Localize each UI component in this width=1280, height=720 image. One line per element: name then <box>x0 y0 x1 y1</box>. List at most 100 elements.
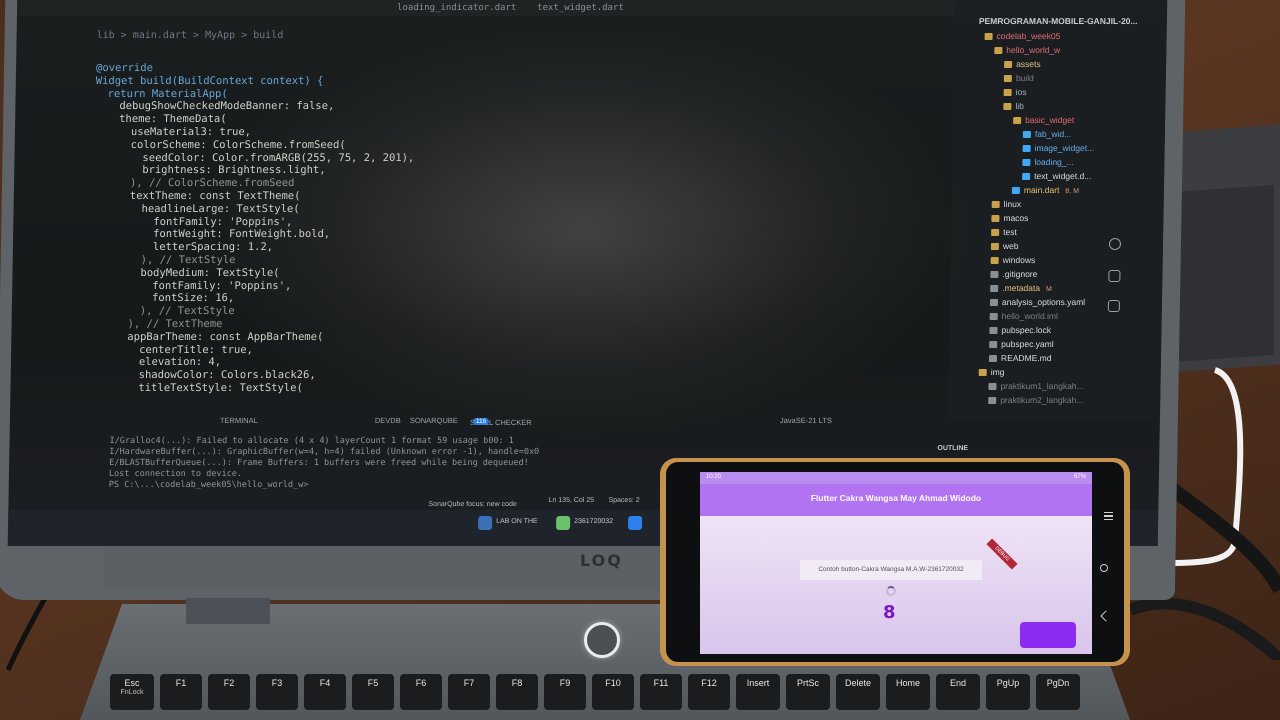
key-f7[interactable]: F7 <box>448 674 490 710</box>
explorer-item[interactable]: ios <box>1003 86 1027 99</box>
key-f8[interactable]: F8 <box>496 674 538 710</box>
code-line[interactable]: brightness: Brightness.light, <box>94 164 934 177</box>
key-f3[interactable]: F3 <box>256 674 298 710</box>
explorer-item[interactable]: windows <box>990 254 1036 267</box>
key-pgup[interactable]: PgUp <box>986 674 1030 710</box>
copilot-icon[interactable] <box>1108 238 1122 250</box>
terminal-profile[interactable]: JavaSE-21 LTS <box>780 416 832 425</box>
tab-sonarqube[interactable]: SONARQUBE <box>410 416 458 425</box>
code-line[interactable]: theme: ThemeData( <box>95 113 935 126</box>
code-line[interactable]: @override <box>96 62 936 75</box>
key-end[interactable]: End <box>936 674 980 710</box>
code-line[interactable]: headlineLarge: TextStyle( <box>93 203 933 216</box>
tab-terminal[interactable]: TERMINAL <box>220 416 258 425</box>
taskbar-item-nim[interactable]: 2361720032 <box>574 518 613 525</box>
key-f1[interactable]: F1 <box>160 674 202 710</box>
key-home[interactable]: Home <box>886 674 930 710</box>
explorer-item[interactable]: praktikum1_langkah... <box>988 380 1084 393</box>
code-line[interactable]: bodyMedium: TextStyle( <box>92 267 932 280</box>
code-line[interactable]: debugShowCheckedModeBanner: false, <box>95 100 935 113</box>
key-f12[interactable]: F12 <box>688 674 730 710</box>
explorer-item[interactable]: analysis_options.yaml <box>989 296 1085 309</box>
explorer-item[interactable]: macos <box>991 212 1029 225</box>
code-line[interactable]: fontFamily: 'Poppins', <box>92 280 932 293</box>
outline-section[interactable]: OUTLINE <box>937 442 968 455</box>
status-position[interactable]: Ln 135, Col 25 <box>548 497 594 504</box>
taskbar-item-lab[interactable]: LAB ON THE <box>496 518 538 525</box>
code-line[interactable]: ), // TextStyle <box>93 254 933 267</box>
explorer-item[interactable]: pubspec.yaml <box>989 338 1054 351</box>
explorer-item[interactable]: build <box>1003 72 1034 85</box>
recents-nav-icon[interactable] <box>1104 512 1113 520</box>
explorer-item[interactable]: hello_world_w <box>994 44 1060 57</box>
breadcrumb[interactable]: lib > main.dart > MyApp > build <box>97 30 284 41</box>
explorer-item[interactable]: loading_... <box>1022 156 1074 169</box>
increment-button[interactable] <box>1020 622 1076 648</box>
explorer-item[interactable]: text_widget.d... <box>1022 170 1091 183</box>
key-f10[interactable]: F10 <box>592 674 634 710</box>
key-f6[interactable]: F6 <box>400 674 442 710</box>
explorer-item[interactable]: main.dart 8, M <box>1011 184 1079 197</box>
key-f11[interactable]: F11 <box>640 674 682 710</box>
key-delete[interactable]: Delete <box>836 674 880 710</box>
key-prtsc[interactable]: PrtSc <box>786 674 830 710</box>
explorer-item[interactable]: assets <box>1004 58 1041 71</box>
key-insert[interactable]: Insert <box>736 674 780 710</box>
explorer-item[interactable]: lib <box>1003 100 1024 113</box>
key-pgdn[interactable]: PgDn <box>1036 674 1080 710</box>
key-f2[interactable]: F2 <box>208 674 250 710</box>
code-line[interactable]: fontSize: 16, <box>92 292 932 305</box>
status-sonarqube[interactable]: SonarQube focus: new code <box>428 501 516 508</box>
explorer-item[interactable]: .metadata M <box>990 282 1052 295</box>
code-editor[interactable]: @override Widget build(BuildContext conte… <box>90 62 936 422</box>
tab-devdb[interactable]: DEVDB <box>375 416 401 425</box>
key-f9[interactable]: F9 <box>544 674 586 710</box>
back-nav-icon[interactable] <box>1100 610 1112 622</box>
power-button[interactable] <box>584 622 620 658</box>
extension-icon[interactable] <box>1108 270 1121 282</box>
code-line[interactable]: titleTextStyle: TextStyle( <box>90 382 930 395</box>
taskbar-app-icon[interactable] <box>477 516 493 530</box>
explorer-item[interactable]: basic_widget <box>1013 114 1074 127</box>
explorer-item[interactable]: image_widget... <box>1022 142 1095 155</box>
code-line[interactable]: ), // TextStyle <box>92 305 932 318</box>
explorer-item[interactable]: praktikum2_langkah... <box>988 394 1084 407</box>
tab-text-widget[interactable]: text_widget.dart <box>537 0 624 16</box>
code-line[interactable]: shadowColor: Colors.black26, <box>91 369 931 382</box>
sidebar-layout-icon[interactable] <box>1107 300 1120 312</box>
key-f4[interactable]: F4 <box>304 674 346 710</box>
taskbar-whatsapp-icon[interactable] <box>555 516 571 530</box>
key-esc[interactable]: Esc FnLock <box>110 674 154 710</box>
home-nav-icon[interactable] <box>1100 564 1108 572</box>
status-spaces[interactable]: Spaces: 2 <box>608 497 639 504</box>
explorer-item[interactable]: linux <box>991 198 1022 211</box>
code-line[interactable]: colorScheme: ColorScheme.fromSeed( <box>95 139 935 152</box>
code-line[interactable]: fontWeight: FontWeight.bold, <box>93 228 933 241</box>
explorer-item[interactable]: pubspec.lock <box>989 324 1051 337</box>
code-line[interactable]: seedColor: Color.fromARGB(255, 75, 2, 20… <box>94 152 934 165</box>
code-line[interactable]: textTheme: const TextTheme( <box>94 190 934 203</box>
explorer-item[interactable]: fab_wid... <box>1022 128 1072 141</box>
code-line[interactable]: fontFamily: 'Poppins', <box>93 216 933 229</box>
explorer-item[interactable]: hello_world.iml <box>989 310 1058 323</box>
explorer-item[interactable]: web <box>990 240 1019 253</box>
code-line[interactable]: Widget build(BuildContext context) { <box>96 75 936 88</box>
key-f5[interactable]: F5 <box>352 674 394 710</box>
code-line[interactable]: centerTitle: true, <box>91 344 931 357</box>
explorer-item[interactable]: README.md <box>988 352 1052 365</box>
explorer-item[interactable]: img <box>978 366 1005 379</box>
code-line[interactable]: appBarTheme: const AppBarTheme( <box>91 331 931 344</box>
tab-loading-indicator[interactable]: loading_indicator.dart <box>397 0 516 16</box>
explorer-item[interactable]: .gitignore <box>990 268 1038 281</box>
code-line[interactable]: letterSpacing: 1.2, <box>93 241 933 254</box>
code-line[interactable]: ), // TextTheme <box>91 318 931 331</box>
code-line[interactable]: ), // ColorScheme.fromSeed <box>94 177 934 190</box>
code-line[interactable]: elevation: 4, <box>91 356 931 369</box>
explorer-item-label: linux <box>1003 199 1022 209</box>
code-line[interactable]: return MaterialApp( <box>95 88 935 101</box>
explorer-item[interactable]: test <box>991 226 1017 239</box>
taskbar-vscode-icon[interactable] <box>627 516 643 530</box>
code-line[interactable]: useMaterial3: true, <box>95 126 935 139</box>
explorer-item-label: README.md <box>1000 353 1052 363</box>
explorer-item[interactable]: codelab_week05 <box>984 30 1061 43</box>
